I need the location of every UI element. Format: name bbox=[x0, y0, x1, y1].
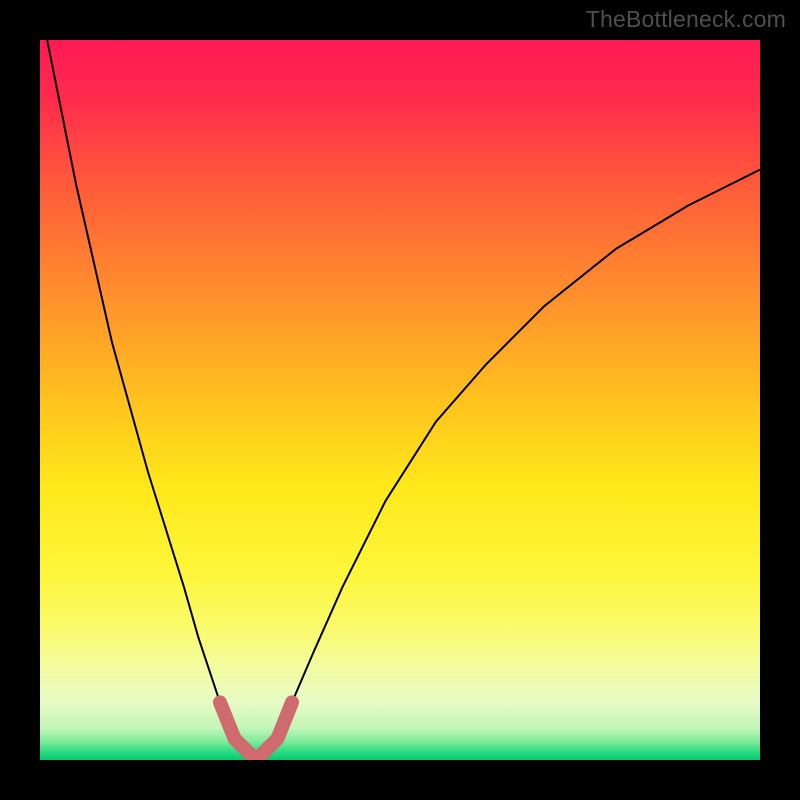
optimal-zone-marker bbox=[220, 702, 292, 760]
curve-layer bbox=[40, 40, 760, 760]
bottleneck-curve bbox=[47, 40, 760, 760]
chart-stage: TheBottleneck.com bbox=[0, 0, 800, 800]
plot-area bbox=[40, 40, 760, 760]
watermark-text: TheBottleneck.com bbox=[586, 6, 786, 33]
